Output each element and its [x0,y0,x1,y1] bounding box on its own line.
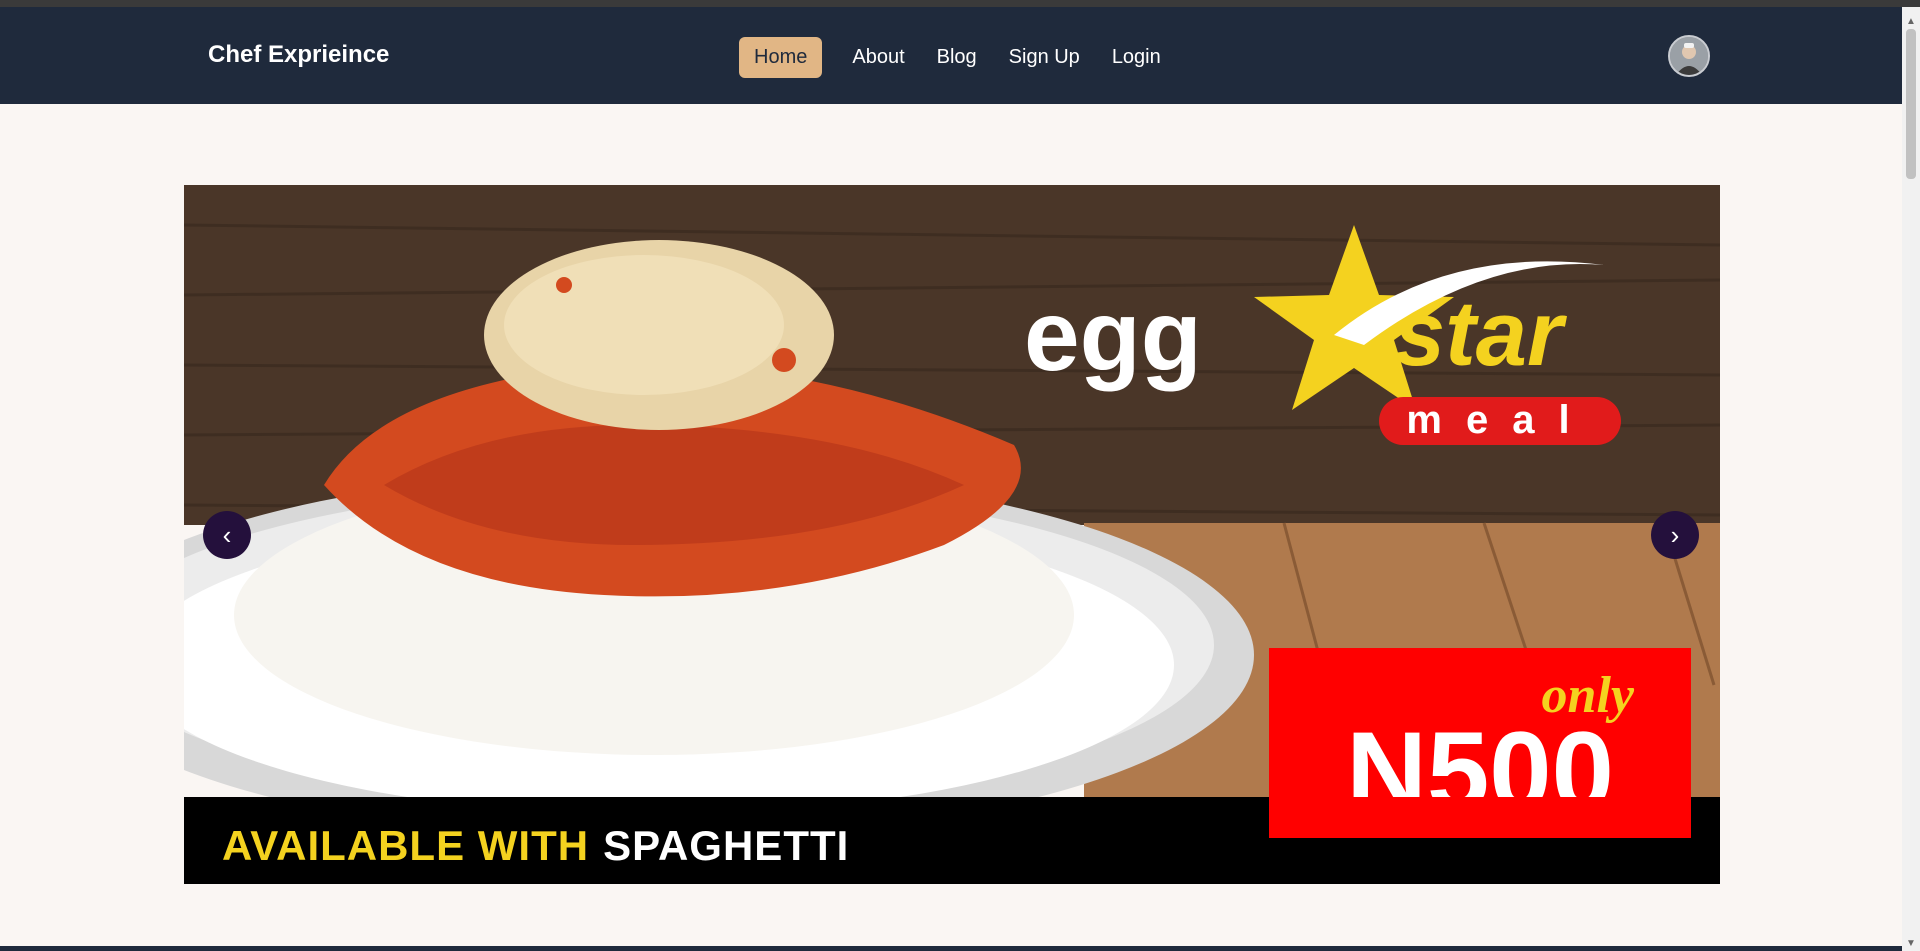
slide-sub-badge: meal [1406,398,1593,442]
user-avatar-icon[interactable] [1668,35,1710,77]
footer-text-white: SPAGHETTI [603,822,849,869]
scroll-up-arrow-icon[interactable]: ▲ [1906,17,1916,27]
browser-top-strip [0,0,1920,7]
navbar: Chef Exprieince Home About Blog Sign Up … [0,7,1902,104]
slide-footer-text: AVAILABLE WITH SPAGHETTI [222,822,849,869]
nav-home[interactable]: Home [739,37,823,78]
carousel-slide-image: egg star meal only N500 AVAILABLE WITH SP… [184,185,1720,884]
page-scrollbar[interactable]: ▲ ▼ [1902,7,1920,951]
slide-headline-right: star [1394,283,1567,385]
nav-login[interactable]: Login [1112,46,1161,69]
carousel-prev-button[interactable]: ‹ [203,511,251,559]
brand-logo-text[interactable]: Chef Exprieince [208,41,389,69]
main-nav: Home About Blog Sign Up Login [739,37,1161,78]
scroll-down-arrow-icon[interactable]: ▼ [1906,939,1916,949]
scrollbar-thumb[interactable] [1906,29,1916,179]
carousel-next-button[interactable]: › [1651,511,1699,559]
nav-about[interactable]: About [852,46,904,69]
hero-carousel: egg star meal only N500 AVAILABLE WITH SP… [184,185,1720,884]
avatar-image [1670,37,1708,75]
bottom-strip [0,946,1902,951]
nav-blog[interactable]: Blog [937,46,977,69]
footer-text-yellow: AVAILABLE WITH [222,822,589,869]
nav-sign-up[interactable]: Sign Up [1009,46,1080,69]
slide-headline-left: egg [1024,280,1202,392]
